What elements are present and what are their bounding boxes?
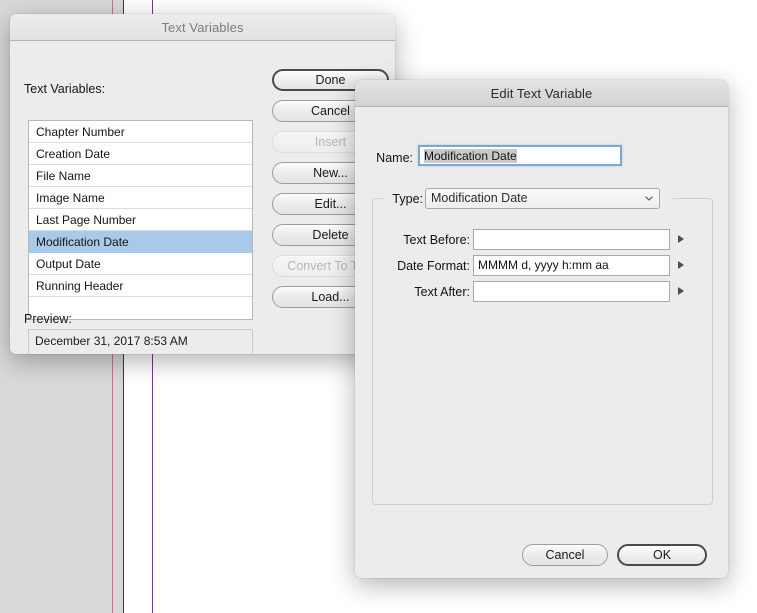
edit-text-variable-title: Edit Text Variable <box>490 85 593 101</box>
text-before-field[interactable] <box>473 229 670 250</box>
list-item[interactable]: File Name <box>29 165 252 187</box>
name-field[interactable]: Modification Date <box>418 145 622 166</box>
type-label: Type: <box>392 192 423 206</box>
list-item[interactable]: Running Header <box>29 275 252 297</box>
list-item[interactable]: Modification Date <box>29 231 252 253</box>
list-item[interactable]: Output Date <box>29 253 252 275</box>
text-variables-dialog: Text Variables Text Variables: Chapter N… <box>10 14 395 354</box>
button-label: New... <box>313 166 348 180</box>
field-value: MMMM d, yyyy h:mm aa <box>478 258 609 272</box>
date-format-label: Date Format: <box>397 259 470 273</box>
chevron-down-icon <box>645 196 653 201</box>
name-label: Name: <box>376 151 413 165</box>
list-item-label: Output Date <box>36 257 101 271</box>
text-variables-titlebar[interactable]: Text Variables <box>10 14 395 41</box>
list-item-label: Modification Date <box>36 235 129 249</box>
list-item[interactable]: Chapter Number <box>29 121 252 143</box>
text-before-label: Text Before: <box>403 233 470 247</box>
cancel-button[interactable]: Cancel <box>522 544 608 566</box>
type-select-value: Modification Date <box>431 191 528 205</box>
button-label: Cancel <box>311 104 350 118</box>
text-after-label: Text After: <box>414 285 470 299</box>
text-variables-list[interactable]: Chapter Number Creation Date File Name Imag… <box>28 120 253 320</box>
button-label: Delete <box>312 228 349 242</box>
options-triangle-icon[interactable] <box>678 235 684 243</box>
type-select[interactable]: Modification Date <box>425 188 660 209</box>
button-label: OK <box>652 548 672 562</box>
list-item[interactable]: Last Page Number <box>29 209 252 231</box>
preview-label-back: Preview: <box>24 312 72 326</box>
button-label: Load... <box>311 290 350 304</box>
edit-text-variable-dialog: Edit Text Variable Name: Modification Da… <box>355 80 728 578</box>
options-triangle-icon[interactable] <box>678 287 684 295</box>
name-field-value: Modification Date <box>424 149 517 163</box>
button-label: Insert <box>314 135 347 149</box>
options-triangle-icon[interactable] <box>678 261 684 269</box>
list-item-label: Running Header <box>36 279 124 293</box>
date-format-field[interactable]: MMMM d, yyyy h:mm aa <box>473 255 670 276</box>
list-item[interactable]: Image Name <box>29 187 252 209</box>
list-item-label: Creation Date <box>36 147 111 161</box>
list-item-label: Chapter Number <box>36 125 125 139</box>
text-after-field[interactable] <box>473 281 670 302</box>
list-item-label: File Name <box>36 169 91 183</box>
text-variables-title: Text Variables <box>161 19 244 35</box>
button-label: Done <box>315 73 346 87</box>
button-label: Edit... <box>314 197 347 211</box>
list-item-label: Last Page Number <box>36 213 137 227</box>
list-item-label: Image Name <box>36 191 105 205</box>
preview-value-back: December 31, 2017 8:53 AM <box>28 329 253 354</box>
list-item[interactable]: Creation Date <box>29 143 252 165</box>
button-label: Cancel <box>545 548 585 562</box>
ok-button[interactable]: OK <box>617 544 707 566</box>
text-variables-list-label: Text Variables: <box>24 82 106 96</box>
edit-text-variable-titlebar[interactable]: Edit Text Variable <box>355 80 728 107</box>
